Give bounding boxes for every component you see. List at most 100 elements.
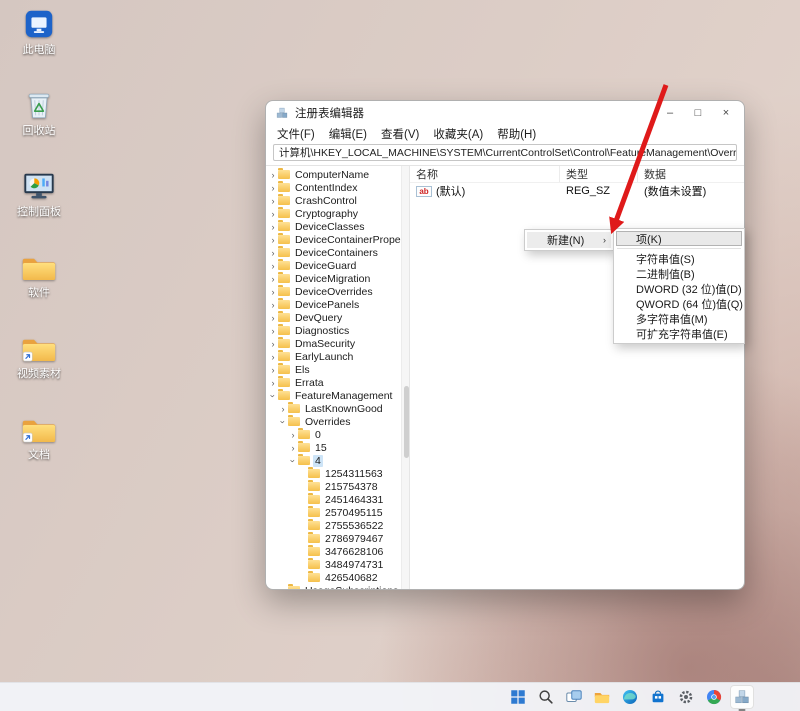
menu-item-3[interactable]: 收藏夹(A)	[427, 126, 489, 142]
taskbar-search-button[interactable]	[534, 685, 558, 709]
chevron-collapsed-icon[interactable]: ›	[268, 235, 278, 245]
tree-node-UsageSubscriptions[interactable]: ›UsageSubscriptions	[266, 584, 401, 589]
menu-item-0[interactable]: 文件(F)	[271, 126, 321, 142]
tree-node-Els[interactable]: ›Els	[266, 363, 401, 376]
taskbar-task-view-button[interactable]	[562, 685, 586, 709]
tree-node-DeviceMigration[interactable]: ›DeviceMigration	[266, 272, 401, 285]
tree-node-LastKnownGood[interactable]: ›LastKnownGood	[266, 402, 401, 415]
column-name[interactable]: 名称	[410, 166, 560, 182]
chevron-expanded-icon[interactable]: ›	[268, 391, 278, 401]
tree-node-0[interactable]: ›0	[266, 428, 401, 441]
tree-node-1254311563[interactable]: 1254311563	[266, 467, 401, 480]
tree-node-DeviceOverrides[interactable]: ›DeviceOverrides	[266, 285, 401, 298]
taskbar-file-explorer-button[interactable]	[590, 685, 614, 709]
desktop-icon-pc[interactable]: 此电脑	[6, 6, 72, 56]
taskbar-settings-button[interactable]	[674, 685, 698, 709]
list-header: 名称 类型 数据	[410, 166, 744, 183]
chevron-collapsed-icon[interactable]: ›	[278, 586, 288, 590]
taskbar-edge-button[interactable]	[618, 685, 642, 709]
submenu-item-key[interactable]: 项(K)	[616, 231, 742, 246]
column-data[interactable]: 数据	[638, 166, 744, 182]
tree-node-2451464331[interactable]: 2451464331	[266, 493, 401, 506]
submenu-item-2[interactable]: DWORD (32 位)值(D)	[616, 281, 742, 296]
tree-node-Cryptography[interactable]: ›Cryptography	[266, 207, 401, 220]
chevron-collapsed-icon[interactable]: ›	[268, 248, 278, 258]
taskbar-store-button[interactable]	[646, 685, 670, 709]
chevron-collapsed-icon[interactable]: ›	[268, 274, 278, 284]
tree-node-15[interactable]: ›15	[266, 441, 401, 454]
context-menu-new[interactable]: 新建(N) ›	[527, 232, 611, 248]
tree-node-4[interactable]: ›4	[266, 454, 401, 467]
minimize-button[interactable]: –	[656, 103, 684, 123]
tree-node-label: 426540682	[323, 572, 380, 584]
taskbar-regedit-button[interactable]	[730, 685, 754, 709]
chevron-collapsed-icon[interactable]: ›	[268, 196, 278, 206]
tree-node-215754378[interactable]: 215754378	[266, 480, 401, 493]
chevron-collapsed-icon[interactable]: ›	[268, 378, 278, 388]
chevron-expanded-icon[interactable]: ›	[278, 417, 288, 427]
tree-node-3484974731[interactable]: 3484974731	[266, 558, 401, 571]
tree-node-DmaSecurity[interactable]: ›DmaSecurity	[266, 337, 401, 350]
tree-node-DeviceContainers[interactable]: ›DeviceContainers	[266, 246, 401, 259]
desktop-icon-folder[interactable]: 软件	[6, 249, 72, 299]
tree-node-ComputerName[interactable]: ›ComputerName	[266, 168, 401, 181]
chevron-collapsed-icon[interactable]: ›	[268, 339, 278, 349]
folder-icon	[308, 469, 320, 478]
tree-node-EarlyLaunch[interactable]: ›EarlyLaunch	[266, 350, 401, 363]
chevron-collapsed-icon[interactable]: ›	[268, 287, 278, 297]
value-data: (数值未设置)	[638, 183, 744, 199]
desktop-icon-folder-shortcut[interactable]: 视频素材	[6, 330, 72, 380]
desktop-icon-recycle-bin[interactable]: 回收站	[6, 87, 72, 137]
tree-node-FeatureManagement[interactable]: ›FeatureManagement	[266, 389, 401, 402]
menu-item-2[interactable]: 查看(V)	[375, 126, 425, 142]
value-name: (默认)	[436, 183, 465, 199]
chevron-collapsed-icon[interactable]: ›	[268, 326, 278, 336]
chevron-collapsed-icon[interactable]: ›	[268, 313, 278, 323]
taskbar-browser-button[interactable]	[702, 685, 726, 709]
address-input[interactable]: 计算机\HKEY_LOCAL_MACHINE\SYSTEM\CurrentCon…	[273, 144, 737, 161]
scrollbar-thumb[interactable]	[404, 386, 409, 458]
submenu-item-1[interactable]: 二进制值(B)	[616, 266, 742, 281]
chevron-collapsed-icon[interactable]: ›	[268, 222, 278, 232]
submenu-item-4[interactable]: 多字符串值(M)	[616, 311, 742, 326]
tree-node-DeviceGuard[interactable]: ›DeviceGuard	[266, 259, 401, 272]
chevron-collapsed-icon[interactable]: ›	[268, 170, 278, 180]
tree-node-DeviceContainerPropertyUpda[interactable]: ›DeviceContainerPropertyUpda	[266, 233, 401, 246]
maximize-button[interactable]: □	[684, 103, 712, 123]
chevron-collapsed-icon[interactable]: ›	[268, 352, 278, 362]
tree-node-Overrides[interactable]: ›Overrides	[266, 415, 401, 428]
tree-node-DevicePanels[interactable]: ›DevicePanels	[266, 298, 401, 311]
submenu-item-3[interactable]: QWORD (64 位)值(Q)	[616, 296, 742, 311]
close-button[interactable]: ×	[712, 103, 740, 123]
chevron-collapsed-icon[interactable]: ›	[268, 365, 278, 375]
column-type[interactable]: 类型	[560, 166, 638, 182]
chevron-collapsed-icon[interactable]: ›	[268, 261, 278, 271]
tree-node-Diagnostics[interactable]: ›Diagnostics	[266, 324, 401, 337]
submenu-item-0[interactable]: 字符串值(S)	[616, 251, 742, 266]
tree-node-2755536522[interactable]: 2755536522	[266, 519, 401, 532]
tree-node-CrashControl[interactable]: ›CrashControl	[266, 194, 401, 207]
tree-node-DevQuery[interactable]: ›DevQuery	[266, 311, 401, 324]
chevron-expanded-icon[interactable]: ›	[288, 456, 298, 466]
value-row-default[interactable]: ab (默认) REG_SZ (数值未设置)	[410, 183, 744, 199]
tree-node-ContentIndex[interactable]: ›ContentIndex	[266, 181, 401, 194]
tree-node-2570495115[interactable]: 2570495115	[266, 506, 401, 519]
submenu-item-5[interactable]: 可扩充字符串值(E)	[616, 326, 742, 341]
chevron-collapsed-icon[interactable]: ›	[288, 430, 298, 440]
chevron-collapsed-icon[interactable]: ›	[268, 209, 278, 219]
taskbar-start-button[interactable]	[506, 685, 530, 709]
tree-scrollbar[interactable]	[401, 166, 410, 589]
tree-node-DeviceClasses[interactable]: ›DeviceClasses	[266, 220, 401, 233]
chevron-collapsed-icon[interactable]: ›	[268, 300, 278, 310]
chevron-collapsed-icon[interactable]: ›	[278, 404, 288, 414]
chevron-collapsed-icon[interactable]: ›	[288, 443, 298, 453]
chevron-collapsed-icon[interactable]: ›	[268, 183, 278, 193]
desktop-icon-folder-shortcut-2[interactable]: 文档	[6, 411, 72, 461]
tree-node-Errata[interactable]: ›Errata	[266, 376, 401, 389]
menu-item-4[interactable]: 帮助(H)	[491, 126, 542, 142]
tree-node-3476628106[interactable]: 3476628106	[266, 545, 401, 558]
menu-item-1[interactable]: 编辑(E)	[323, 126, 373, 142]
tree-node-426540682[interactable]: 426540682	[266, 571, 401, 584]
tree-node-2786979467[interactable]: 2786979467	[266, 532, 401, 545]
desktop-icon-monitor[interactable]: 控制面板	[6, 168, 72, 218]
